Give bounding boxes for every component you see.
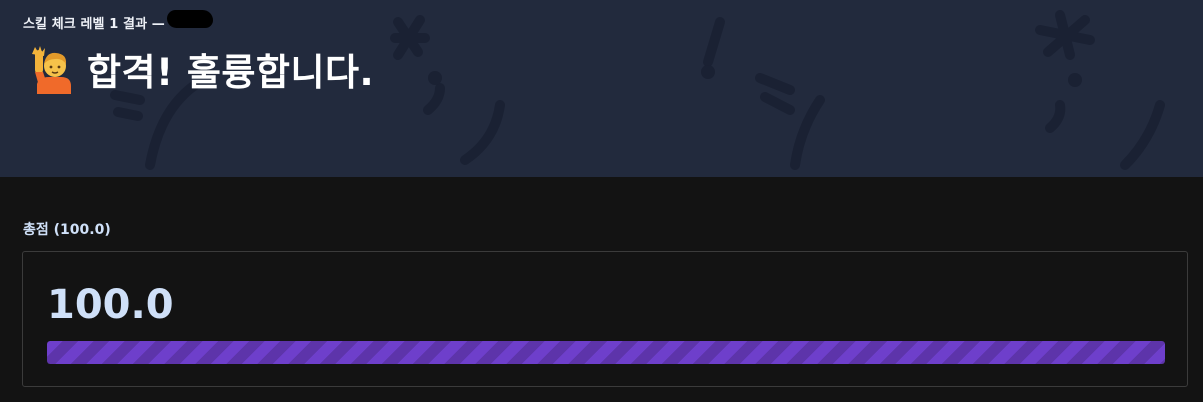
result-subtitle: 스킬 체크 레벨 1 결과 — [23,16,165,32]
score-card: 100.0 [22,251,1188,387]
redacted-name [166,10,213,28]
result-banner: 스킬 체크 레벨 1 결과 — 합격! 훌륭합니다. [0,0,1203,177]
total-score-value: 100.0 [47,282,174,328]
results-page: 스킬 체크 레벨 1 결과 — 합격! 훌륭합니다. 총점 (100.0) 10… [0,0,1203,402]
total-score-label: 총점 (100.0) [23,222,111,238]
score-progress-bar [47,341,1165,364]
result-title: 합격! 훌륭합니다. [87,51,375,94]
title-row: 합격! 훌륭합니다. [29,40,374,98]
score-progress-fill [47,341,1165,364]
person-raising-hand-icon [32,46,71,94]
subtitle-row: 스킬 체크 레벨 1 결과 — [23,10,213,32]
